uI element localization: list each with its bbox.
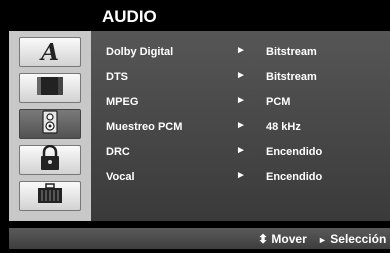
setting-label: DRC xyxy=(106,146,130,158)
osd-screen: AUDIO A Dolby Digital ► Bitstream DTS ► … xyxy=(0,0,390,253)
arrow-right-icon: ► xyxy=(236,70,246,81)
setting-value: 48 kHz xyxy=(266,121,301,133)
lock-icon xyxy=(39,144,61,176)
setting-row-vocal[interactable]: Vocal ► Encendido xyxy=(91,169,390,187)
letter-a-icon: A xyxy=(41,38,59,66)
setting-value: Bitstream xyxy=(266,71,317,83)
select-label: Selección xyxy=(330,232,387,246)
setting-row-drc[interactable]: DRC ► Encendido xyxy=(91,144,390,162)
move-label: Mover xyxy=(271,232,307,246)
setting-row-mpeg[interactable]: MPEG ► PCM xyxy=(91,94,390,112)
menu-title-bar: AUDIO xyxy=(90,4,390,30)
setting-row-pcm-sampling[interactable]: Muestreo PCM ► 48 kHz xyxy=(91,119,390,137)
up-down-arrow-icon: ⬍ xyxy=(258,232,269,246)
setting-label: MPEG xyxy=(106,96,139,108)
display-icon xyxy=(36,75,64,102)
arrow-right-icon: ► xyxy=(236,45,246,56)
select-hint: ► Selección xyxy=(318,232,386,246)
tab-display[interactable] xyxy=(19,73,81,103)
setting-value: Encendido xyxy=(266,146,323,158)
play-arrow-icon: ► xyxy=(318,235,327,245)
settings-panel: Dolby Digital ► Bitstream DTS ► Bitstrea… xyxy=(91,31,390,221)
category-sidebar: A xyxy=(9,31,91,221)
setting-label: DTS xyxy=(106,71,128,83)
help-footer: ⬍ Mover ► Selección xyxy=(9,228,390,249)
tab-language[interactable]: A xyxy=(19,37,81,67)
setting-row-dolby-digital[interactable]: Dolby Digital ► Bitstream xyxy=(91,44,390,62)
setting-value: Encendido xyxy=(266,171,323,183)
move-hint: ⬍ Mover xyxy=(258,232,307,246)
arrow-right-icon: ► xyxy=(236,120,246,131)
arrow-right-icon: ► xyxy=(236,145,246,156)
speaker-icon xyxy=(42,109,58,139)
tab-audio[interactable] xyxy=(19,109,81,139)
setting-label: Muestreo PCM xyxy=(106,121,183,133)
menu-title: AUDIO xyxy=(102,7,157,26)
tab-lock[interactable] xyxy=(19,144,81,176)
tab-others[interactable] xyxy=(19,181,81,211)
setting-label: Vocal xyxy=(106,171,135,183)
setting-value: PCM xyxy=(266,96,291,108)
setting-label: Dolby Digital xyxy=(106,46,174,58)
arrow-right-icon: ► xyxy=(236,170,246,181)
arrow-right-icon: ► xyxy=(236,95,246,106)
setting-row-dts[interactable]: DTS ► Bitstream xyxy=(91,69,390,87)
toolbox-icon xyxy=(36,182,64,210)
setting-value: Bitstream xyxy=(266,46,317,58)
